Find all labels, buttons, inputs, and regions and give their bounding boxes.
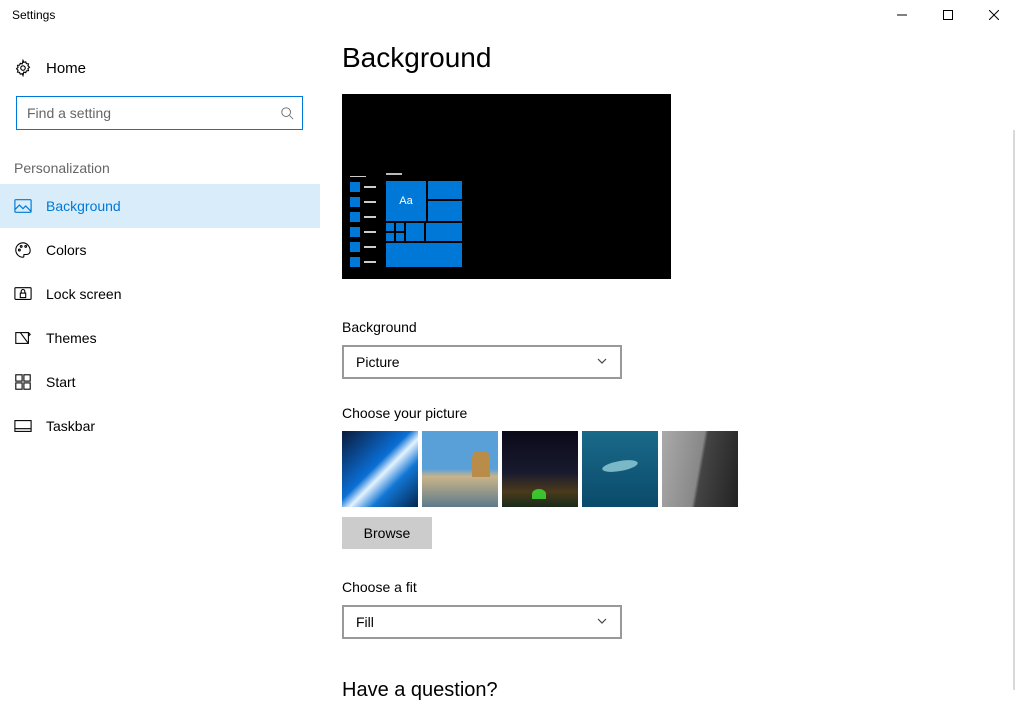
help-question-heading: Have a question? <box>342 679 1017 702</box>
section-label: Personalization <box>0 130 320 184</box>
palette-icon <box>14 241 32 259</box>
page-title: Background <box>342 42 1017 74</box>
sidebar-item-background[interactable]: Background <box>0 184 320 228</box>
browse-button[interactable]: Browse <box>342 517 432 549</box>
picture-thumbnails <box>342 431 1017 507</box>
background-preview: Aa <box>342 94 671 279</box>
picture-thumbnail[interactable] <box>502 431 578 507</box>
home-button[interactable]: Home <box>0 46 320 90</box>
sidebar-item-label: Lock screen <box>46 286 121 302</box>
choose-fit-label: Choose a fit <box>342 579 1017 595</box>
maximize-button[interactable] <box>925 0 971 30</box>
choose-picture-label: Choose your picture <box>342 405 1017 421</box>
dropdown-value: Picture <box>356 354 400 370</box>
sidebar-item-lock-screen[interactable]: Lock screen <box>0 272 320 316</box>
close-button[interactable] <box>971 0 1017 30</box>
window-controls <box>879 0 1017 30</box>
search-box[interactable] <box>16 96 303 130</box>
sidebar-item-taskbar[interactable]: Taskbar <box>0 404 320 448</box>
sidebar-item-label: Colors <box>46 242 86 258</box>
sidebar-item-label: Background <box>46 198 121 214</box>
search-icon[interactable] <box>272 97 302 129</box>
chevron-down-icon <box>596 354 608 370</box>
preview-start-tiles: Aa <box>386 181 462 267</box>
sidebar-item-label: Themes <box>46 330 97 346</box>
preview-start-menu-list <box>350 176 376 268</box>
preview-sample-text: Aa <box>386 181 426 221</box>
background-type-label: Background <box>342 319 1017 335</box>
picture-thumbnail[interactable] <box>422 431 498 507</box>
picture-thumbnail[interactable] <box>582 431 658 507</box>
titlebar: Settings <box>0 0 1017 30</box>
minimize-button[interactable] <box>879 0 925 30</box>
gear-icon <box>14 59 32 77</box>
main-panel: Background Aa <box>320 30 1017 717</box>
sidebar-item-themes[interactable]: Themes <box>0 316 320 360</box>
picture-thumbnail[interactable] <box>342 431 418 507</box>
taskbar-icon <box>14 417 32 435</box>
window-title: Settings <box>0 8 55 22</box>
sidebar-item-label: Taskbar <box>46 418 95 434</box>
chevron-down-icon <box>596 614 608 630</box>
background-type-dropdown[interactable]: Picture <box>342 345 622 379</box>
choose-fit-dropdown[interactable]: Fill <box>342 605 622 639</box>
sidebar-item-label: Start <box>46 374 76 390</box>
picture-thumbnail[interactable] <box>662 431 738 507</box>
scrollbar[interactable] <box>1013 130 1015 690</box>
dropdown-value: Fill <box>356 614 374 630</box>
start-icon <box>14 373 32 391</box>
sidebar: Home Personalization Background Colors <box>0 30 320 717</box>
picture-icon <box>14 197 32 215</box>
search-input[interactable] <box>17 105 272 121</box>
sidebar-item-start[interactable]: Start <box>0 360 320 404</box>
sidebar-item-colors[interactable]: Colors <box>0 228 320 272</box>
themes-icon <box>14 329 32 347</box>
lock-screen-icon <box>14 285 32 303</box>
home-label: Home <box>46 60 86 77</box>
